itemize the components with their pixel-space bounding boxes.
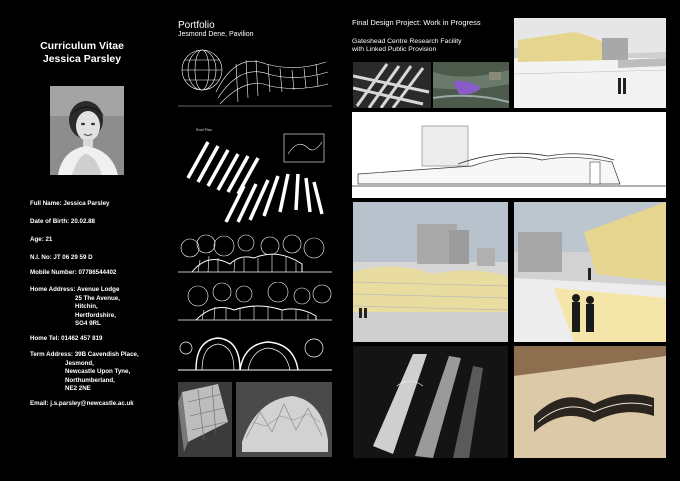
age: Age: 21 (30, 236, 53, 243)
physical-model-photo-1 (353, 346, 508, 458)
roof-plan-label: Roof Plan (196, 128, 212, 132)
home-address-line: 25 The Avenue, (75, 294, 120, 302)
pavilion-elevation-2 (178, 282, 332, 324)
cv-title: Curriculum Vitae (40, 40, 124, 52)
full-name: Full Name: Jessica Parsley (30, 200, 110, 207)
term-address: Term Address: 39B Cavendish Place, Jesmo… (30, 351, 139, 394)
home-address-line: Hertfordshire, (75, 311, 116, 319)
term-address-line: Term Address: 39B Cavendish Place, (30, 351, 139, 358)
home-address-line: SG4 9RL (75, 320, 101, 328)
term-address-line: Northumberland, (65, 376, 115, 384)
term-address-line: Jesmond, (65, 359, 94, 367)
project-subtitle-line-2: with Linked Public Provision (352, 46, 437, 54)
term-address-line: Newcastle Upon Tyne, (65, 368, 131, 376)
ni-number: N.I. No: JT 06 29 59 D (30, 254, 93, 261)
cv-heading: Curriculum Vitae Jessica Parsley (0, 40, 164, 66)
aerial-site-photo (433, 62, 509, 108)
pavilion-model-photo-2 (236, 382, 332, 457)
home-address-line: Hitchin, (75, 303, 98, 311)
site-render-perspective-3 (514, 202, 666, 342)
physical-model-photo-2 (514, 346, 666, 458)
project-subtitle: Gateshead Centre Research Facility with … (352, 38, 462, 55)
pavilion-model-photo-1 (178, 382, 232, 457)
site-render-perspective-1 (514, 18, 666, 108)
home-address-line: Home Address: Avenue Lodge (30, 286, 120, 293)
pavilion-elevation-1 (178, 234, 332, 276)
portfolio-title: Portfolio (178, 20, 215, 31)
pavilion-section-drawing (178, 330, 332, 374)
project-subtitle-line-1: Gateshead Centre Research Facility (352, 38, 462, 45)
long-section-drawing (352, 112, 666, 198)
portfolio-subtitle: Jesmond Dene, Pavilion (178, 31, 254, 38)
email: Email: j.s.parsley@newcastle.ac.uk (30, 400, 134, 407)
term-address-line: NE2 2NE (65, 385, 91, 393)
pavilion-wireframe-drawing (176, 42, 334, 112)
home-tel: Home Tel: 01462 457 819 (30, 335, 103, 342)
date-of-birth: Date of Birth: 20.02.88 (30, 218, 95, 225)
project-title: Final Design Project: Work in Progress (352, 18, 481, 27)
cv-name: Jessica Parsley (42, 53, 122, 65)
site-render-perspective-2 (353, 202, 508, 342)
site-model-grid-photo (353, 62, 431, 108)
mobile-number: Mobile Number: 07786544402 (30, 269, 117, 276)
portrait-photo (50, 86, 124, 175)
roof-plan-drawing (176, 128, 334, 228)
home-address: Home Address: Avenue Lodge 25 The Avenue… (30, 286, 120, 329)
